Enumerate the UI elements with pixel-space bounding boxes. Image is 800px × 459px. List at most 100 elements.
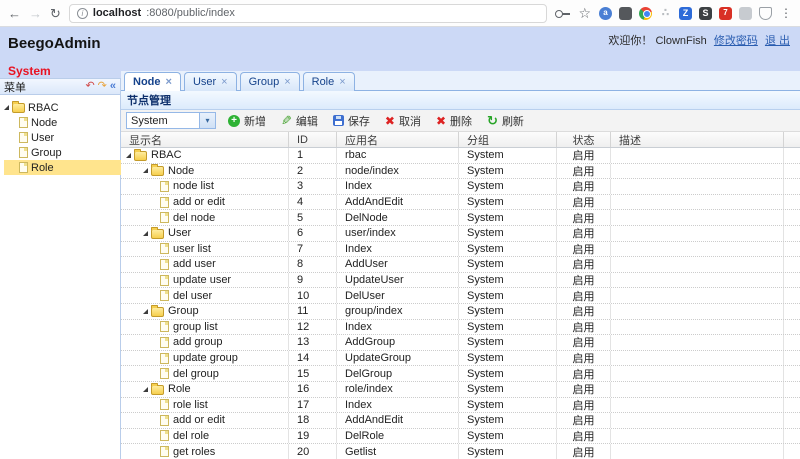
add-icon (228, 115, 240, 127)
cell-display-name: Group (121, 304, 289, 319)
tree-node-group[interactable]: Group (4, 145, 120, 160)
table-row[interactable]: update user 9 UpdateUser System 启用 (121, 273, 800, 289)
table-row[interactable]: add or edit 18 AddAndEdit System 启用 (121, 413, 800, 429)
column-header-1[interactable]: ID (289, 132, 337, 147)
cell-desc (611, 226, 784, 241)
tree-expand-icon[interactable] (126, 153, 131, 158)
page-info-icon[interactable]: i (77, 8, 88, 19)
edit-button[interactable]: 编辑 (281, 113, 318, 129)
tree-node-root[interactable]: RBAC (4, 100, 120, 115)
address-bar[interactable]: i localhost:8080/public/index (69, 4, 548, 23)
extension-tray: a ∴ ZS7 (599, 7, 772, 20)
cell-app-name: AddGroup (337, 335, 459, 350)
cell-status: 启用 (557, 444, 611, 459)
column-header-3[interactable]: 分组 (459, 132, 557, 147)
tree-expand-icon[interactable] (4, 105, 9, 110)
a-circle-extension-icon[interactable]: a (599, 7, 612, 20)
cell-app-name: DelGroup (337, 366, 459, 381)
add-button[interactable]: 新增 (228, 113, 266, 129)
cell-id: 19 (289, 429, 337, 444)
row-display-name: update user (173, 274, 231, 286)
tab-close-icon[interactable]: × (284, 77, 290, 88)
s-extension-icon[interactable]: S (699, 7, 712, 20)
evernote-extension-icon[interactable] (619, 7, 632, 20)
row-display-name: del node (173, 212, 215, 224)
table-row[interactable]: add group 13 AddGroup System 启用 (121, 335, 800, 351)
table-row[interactable]: Group 11 group/index System 启用 (121, 304, 800, 320)
table-row[interactable]: del user 10 DelUser System 启用 (121, 288, 800, 304)
tab-close-icon[interactable]: × (221, 77, 227, 88)
column-header-5[interactable]: 描述 (611, 132, 784, 147)
browser-menu-icon[interactable]: ⋮ (780, 7, 792, 19)
tree-collapse-all-icon[interactable]: ↶ (85, 81, 94, 92)
tab-group[interactable]: Group × (240, 72, 300, 91)
folder-icon (151, 229, 164, 239)
shield-extension-icon[interactable] (759, 7, 772, 20)
cell-id: 9 (289, 273, 337, 288)
table-row[interactable]: User 6 user/index System 启用 (121, 226, 800, 242)
table-row[interactable]: del role 19 DelRole System 启用 (121, 429, 800, 445)
table-row[interactable]: group list 12 Index System 启用 (121, 320, 800, 336)
tree-expand-icon[interactable] (143, 168, 148, 173)
table-row[interactable]: node list 3 Index System 启用 (121, 179, 800, 195)
table-row[interactable]: add or edit 4 AddAndEdit System 启用 (121, 195, 800, 211)
table-row[interactable]: RBAC 1 rbac System 启用 (121, 148, 800, 164)
z-extension-icon[interactable]: Z (679, 7, 692, 20)
save-button[interactable]: 保存 (333, 113, 370, 129)
column-header-0[interactable]: 显示名 (121, 132, 289, 147)
logout-link[interactable]: 退 出 (765, 35, 790, 47)
cell-display-name: add user (121, 257, 289, 272)
tree-node-role[interactable]: Role (4, 160, 124, 175)
tab-close-icon[interactable]: × (166, 77, 172, 88)
column-header-2[interactable]: 应用名 (337, 132, 459, 147)
grid-toolbar: System ▾ 新增 编辑 保存 取消 删除 刷新 (121, 110, 800, 132)
table-row[interactable]: role list 17 Index System 启用 (121, 398, 800, 414)
table-row[interactable]: update group 14 UpdateGroup System 启用 (121, 351, 800, 367)
tree-node-node[interactable]: Node (4, 115, 120, 130)
tab-role[interactable]: Role × (303, 72, 355, 91)
table-row[interactable]: Node 2 node/index System 启用 (121, 164, 800, 180)
cancel-button[interactable]: 取消 (385, 113, 421, 129)
table-row[interactable]: get roles 20 Getlist System 启用 (121, 444, 800, 459)
tree-expand-icon[interactable] (143, 231, 148, 236)
cell-display-name: Node (121, 164, 289, 179)
tree-root-label: RBAC (28, 102, 59, 114)
reader-extension-icon[interactable] (739, 7, 752, 20)
table-row[interactable]: Role 16 role/index System 启用 (121, 382, 800, 398)
table-row[interactable]: del node 5 DelNode System 启用 (121, 210, 800, 226)
browser-forward-icon[interactable]: → (29, 7, 42, 20)
table-row[interactable]: add user 8 AddUser System 启用 (121, 257, 800, 273)
cell-group: System (459, 148, 557, 163)
share-extension-icon[interactable]: ∴ (659, 7, 672, 20)
table-row[interactable]: user list 7 Index System 启用 (121, 242, 800, 258)
column-header-4[interactable]: 状态 (557, 132, 611, 147)
browser-back-icon[interactable]: ← (8, 7, 21, 20)
chevron-down-icon[interactable]: ▾ (199, 113, 215, 128)
tree-expand-icon[interactable] (143, 309, 148, 314)
cell-id: 13 (289, 335, 337, 350)
nav-item-system[interactable]: System (8, 64, 51, 78)
tree-node-user[interactable]: User (4, 130, 120, 145)
tab-node[interactable]: Node × (124, 72, 181, 91)
tree-expand-icon[interactable] (143, 387, 148, 392)
app-select[interactable]: System ▾ (126, 112, 216, 129)
tab-user[interactable]: User × (184, 72, 237, 91)
password-key-icon[interactable] (555, 9, 570, 17)
change-password-link[interactable]: 修改密码 (714, 35, 758, 47)
cell-status: 启用 (557, 164, 611, 179)
tree-expand-all-icon[interactable]: ↷ (98, 81, 107, 92)
notify-7-extension-icon[interactable]: 7 (719, 7, 732, 20)
tab-close-icon[interactable]: × (339, 77, 345, 88)
browser-reload-icon[interactable]: ↻ (50, 7, 61, 20)
refresh-button[interactable]: 刷新 (487, 113, 524, 129)
cell-group: System (459, 304, 557, 319)
tabs-bar: Node × User × Group × Role × (121, 71, 800, 91)
table-row[interactable]: del group 15 DelGroup System 启用 (121, 366, 800, 382)
chrome-extension-icon[interactable] (639, 7, 652, 20)
row-display-name: update group (173, 352, 238, 364)
cell-app-name: AddAndEdit (337, 413, 459, 428)
sidebar-collapse-icon[interactable]: « (110, 81, 116, 92)
cell-group: System (459, 179, 557, 194)
bookmark-star-icon[interactable]: ☆ (578, 6, 591, 20)
delete-button[interactable]: 删除 (436, 113, 472, 129)
